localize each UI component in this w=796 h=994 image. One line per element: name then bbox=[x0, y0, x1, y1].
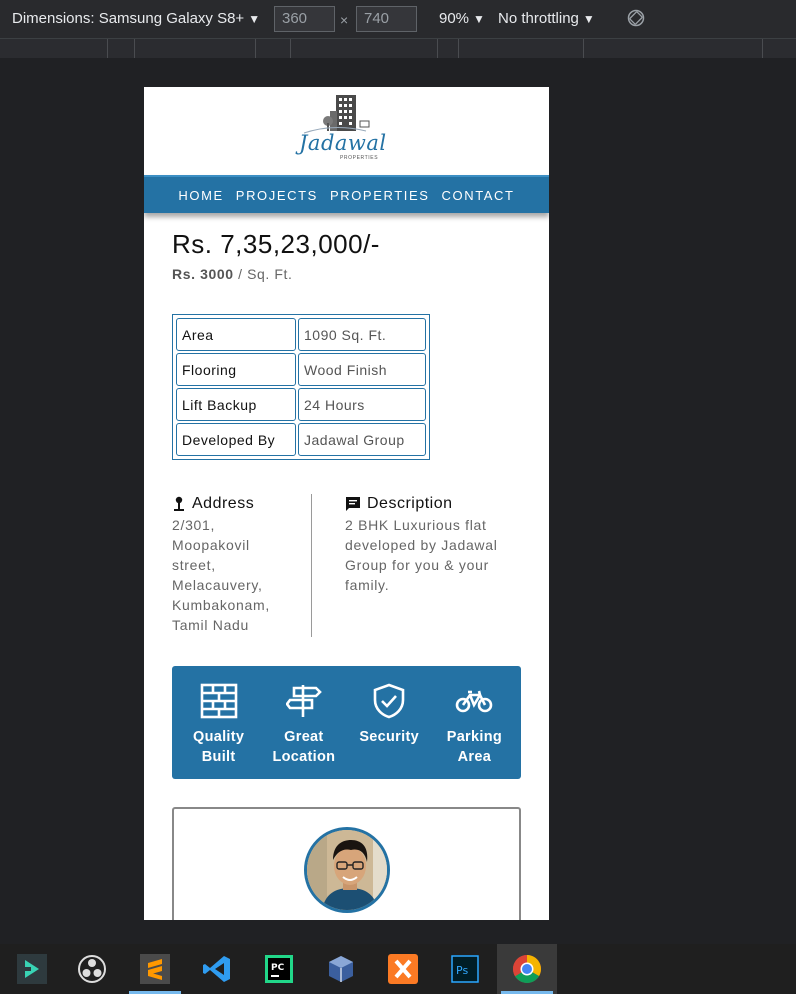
main-nav: HOME PROJECTS PROPERTIES CONTACT bbox=[144, 175, 549, 213]
bicycle-icon bbox=[456, 690, 493, 713]
section-divider bbox=[311, 494, 312, 637]
zoom-label: 90% bbox=[439, 10, 470, 27]
device-label: Dimensions: Samsung Galaxy S8+ bbox=[12, 10, 245, 27]
chevron-down-icon: ▼ bbox=[473, 12, 485, 26]
spec-value: Jadawal Group bbox=[298, 423, 426, 456]
table-row: Lift Backup 24 Hours bbox=[176, 388, 426, 421]
address-text: 2/301, Moopakovil street, Melacauvery, K… bbox=[172, 517, 270, 633]
spec-key: Area bbox=[176, 318, 296, 351]
feature-label: Great bbox=[284, 729, 324, 745]
sublime-text-icon bbox=[140, 954, 170, 984]
taskbar-app-photoshop[interactable]: Ps bbox=[435, 944, 495, 994]
spec-key: Lift Backup bbox=[176, 388, 296, 421]
taskbar-app-chrome[interactable] bbox=[497, 944, 557, 994]
zoom-select[interactable]: 90% ▼ bbox=[439, 10, 485, 27]
svg-text:PC: PC bbox=[271, 963, 285, 973]
logo-subtitle: PROPERTIES bbox=[340, 155, 379, 161]
chrome-icon bbox=[513, 955, 541, 983]
feature-label: Location bbox=[272, 749, 336, 765]
taskbar-app-sublime[interactable] bbox=[125, 944, 185, 994]
pycharm-icon: PC bbox=[265, 955, 293, 983]
feature-label: Parking bbox=[446, 729, 503, 745]
chevron-down-icon: ▼ bbox=[582, 12, 595, 26]
photoshop-icon: Ps bbox=[451, 955, 479, 983]
spec-key: Flooring bbox=[176, 353, 296, 386]
specs-table: Area 1090 Sq. Ft. Flooring Wood Finish Lif… bbox=[172, 314, 430, 460]
rotate-button[interactable] bbox=[627, 9, 645, 31]
filmora-icon bbox=[17, 954, 47, 984]
height-input[interactable]: 740 bbox=[356, 6, 417, 32]
taskbar-app-vscode[interactable] bbox=[187, 944, 247, 994]
logo-building-icon bbox=[303, 95, 370, 134]
feature-great-location: Great Location bbox=[264, 666, 344, 779]
brick-wall-icon bbox=[200, 683, 237, 719]
agent-card bbox=[172, 807, 521, 920]
throttling-select[interactable]: No throttling ▼ bbox=[498, 10, 595, 27]
rate-unit: / Sq. Ft. bbox=[238, 266, 293, 282]
feature-quality-built: Quality Built bbox=[179, 666, 259, 779]
feature-security: Security bbox=[349, 666, 429, 779]
obs-icon bbox=[78, 955, 106, 983]
table-row: Developed By Jadawal Group bbox=[176, 423, 426, 456]
svg-text:Ps: Ps bbox=[456, 964, 468, 977]
devtools-device-toolbar: Dimensions: Samsung Galaxy S8+ ▼ 360 × 74… bbox=[0, 0, 796, 38]
comment-icon bbox=[346, 497, 360, 511]
feature-label: Built bbox=[201, 749, 236, 765]
table-row: Flooring Wood Finish bbox=[176, 353, 426, 386]
chevron-down-icon: ▼ bbox=[248, 12, 261, 26]
person-photo bbox=[307, 830, 387, 910]
description-title: Description bbox=[367, 495, 453, 512]
feature-label: Area bbox=[457, 749, 492, 765]
spec-value: 24 Hours bbox=[298, 388, 426, 421]
vscode-icon bbox=[203, 956, 230, 982]
feature-label: Quality bbox=[193, 729, 245, 745]
device-viewport: Jadawal PROPERTIES HOME PROJECTS PROPERT… bbox=[144, 87, 549, 920]
taskbar-app-obs[interactable] bbox=[62, 944, 122, 994]
media-query-ruler bbox=[0, 38, 796, 58]
nav-home[interactable]: HOME bbox=[178, 188, 223, 203]
spec-key: Developed By bbox=[176, 423, 296, 456]
feature-label: Security bbox=[359, 729, 419, 745]
avatar bbox=[304, 827, 390, 913]
feature-parking-area: Parking Area bbox=[434, 666, 514, 779]
rotate-icon bbox=[627, 9, 645, 27]
taskbar-app-pycharm[interactable]: PC bbox=[249, 944, 309, 994]
virtualbox-icon bbox=[329, 956, 353, 982]
xampp-icon bbox=[388, 954, 418, 984]
taskbar-app-xampp[interactable] bbox=[373, 944, 433, 994]
spec-value: Wood Finish bbox=[298, 353, 426, 386]
table-row: Area 1090 Sq. Ft. bbox=[176, 318, 426, 351]
signpost-icon bbox=[285, 685, 322, 717]
taskbar-app-virtualbox[interactable] bbox=[311, 944, 371, 994]
nav-contact[interactable]: CONTACT bbox=[442, 188, 515, 203]
width-input[interactable]: 360 bbox=[274, 6, 335, 32]
nav-properties[interactable]: PROPERTIES bbox=[330, 188, 430, 203]
windows-taskbar: PC Ps bbox=[0, 944, 796, 994]
taskbar-app-filmora[interactable] bbox=[2, 944, 62, 994]
description-section: Description 2 BHK Luxurious flat develop… bbox=[345, 495, 535, 595]
map-pin-icon bbox=[174, 496, 184, 511]
nav-projects[interactable]: PROJECTS bbox=[236, 188, 318, 203]
address-section: Address 2/301, Moopakovil street, Melaca… bbox=[172, 495, 292, 635]
address-title: Address bbox=[192, 495, 255, 512]
logo-wordmark[interactable]: Jadawal bbox=[299, 131, 387, 155]
device-select[interactable]: Dimensions: Samsung Galaxy S8+ ▼ bbox=[12, 10, 260, 27]
rate-value: Rs. 3000 bbox=[172, 266, 234, 282]
property-price: Rs. 7,35,23,000/- bbox=[172, 229, 380, 259]
site-header: Jadawal PROPERTIES bbox=[144, 87, 549, 175]
features-panel: Quality Built Great Location Security Park… bbox=[172, 666, 521, 779]
times-icon: × bbox=[340, 12, 349, 28]
description-text: 2 BHK Luxurious flat developed by Jadawa… bbox=[345, 517, 498, 593]
shield-check-icon bbox=[373, 683, 405, 719]
spec-value: 1090 Sq. Ft. bbox=[298, 318, 426, 351]
price-per-sqft: Rs. 3000 / Sq. Ft. bbox=[172, 266, 293, 282]
throttling-label: No throttling bbox=[498, 10, 579, 27]
